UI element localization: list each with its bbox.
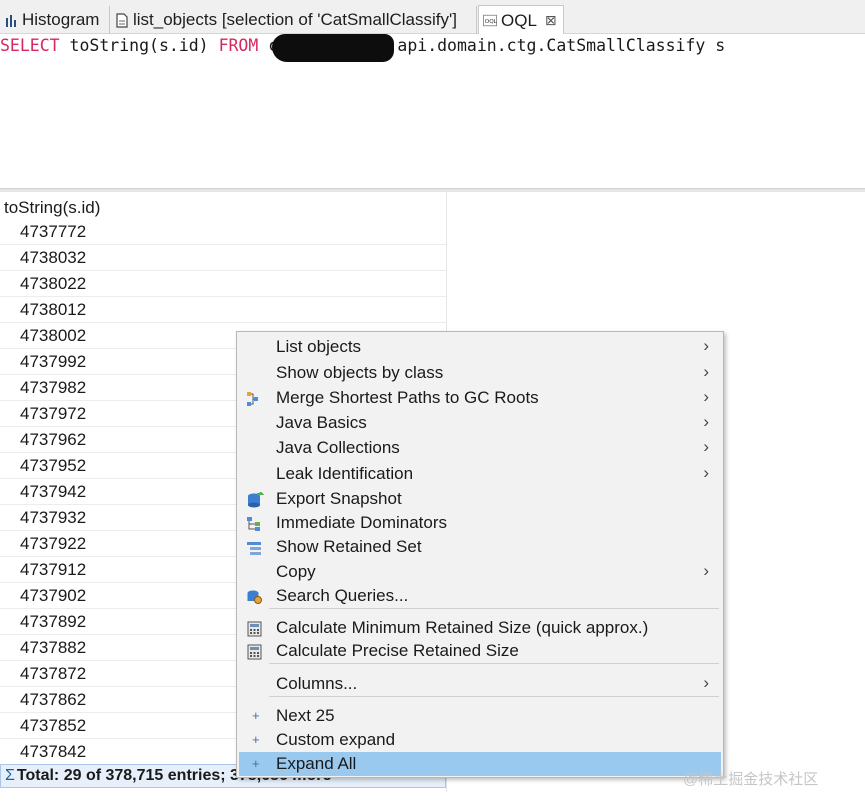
retained-set-icon (246, 539, 264, 555)
chevron-right-icon: › (703, 673, 709, 692)
plus-icon: + (252, 708, 260, 723)
calculator-icon (246, 620, 264, 637)
menu-item-search-queries[interactable]: Search Queries... (239, 584, 721, 608)
menu-item-label: Java Basics (276, 413, 367, 432)
menu-item-custom-expand[interactable]: + Custom expand (239, 728, 721, 752)
oql-query-editor[interactable]: SELECT toString(s.id) FROM com.xxx.xxxx.… (0, 34, 865, 188)
watermark: @稀土掘金技术社区 (683, 771, 819, 788)
menu-item-label: List objects (276, 337, 362, 356)
menu-item-show-retained-set[interactable]: Show Retained Set (239, 535, 721, 559)
menu-item-leak-identification[interactable]: Leak Identification › (239, 462, 721, 486)
tab-histogram[interactable]: Histogram (0, 6, 110, 34)
document-icon (115, 12, 129, 28)
chevron-right-icon: › (703, 336, 709, 355)
plus-icon: + (252, 732, 260, 747)
menu-item-copy[interactable]: Copy › (239, 560, 721, 584)
menu-item-immediate-dominators[interactable]: Immediate Dominators (239, 511, 721, 535)
tab-oql[interactable]: OQL OQL ⊠ (478, 5, 564, 35)
redaction-mark (272, 34, 394, 62)
table-row[interactable]: 4738032 (0, 245, 446, 271)
calculator-icon (246, 643, 264, 660)
sum-icon: Σ (5, 767, 15, 784)
context-menu: List objects › Show objects by class › Merge… (236, 331, 724, 778)
chevron-right-icon: › (703, 387, 709, 406)
plus-icon: + (252, 756, 260, 771)
menu-separator (269, 696, 719, 697)
menu-separator (269, 663, 719, 664)
keyword-select: SELECT (0, 36, 60, 55)
menu-item-label: Copy (276, 562, 316, 581)
tab-oql-label: OQL (501, 10, 537, 30)
histogram-icon (4, 13, 18, 28)
tab-list-objects-label: list_objects [selection of 'CatSmallClas… (133, 10, 457, 29)
svg-text:OQL: OQL (485, 19, 497, 25)
table-row[interactable]: 4737772 (0, 219, 446, 245)
menu-separator (269, 608, 719, 609)
close-icon[interactable]: ⊠ (545, 12, 557, 29)
chevron-right-icon: › (703, 561, 709, 580)
column-header[interactable]: toString(s.id) (4, 198, 100, 218)
table-row[interactable]: 4738022 (0, 271, 446, 297)
menu-item-calculate-precise-retained-size[interactable]: Calculate Precise Retained Size (239, 639, 721, 663)
menu-item-label: Show objects by class (276, 363, 444, 382)
menu-item-label: Expand All (276, 754, 357, 773)
menu-item-label: Search Queries... (276, 586, 409, 605)
dominators-icon (246, 515, 264, 531)
chevron-right-icon: › (703, 362, 709, 381)
oql-icon: OQL (483, 13, 497, 28)
chevron-right-icon: › (703, 437, 709, 456)
menu-item-expand-all[interactable]: + Expand All (239, 752, 721, 776)
merge-paths-icon (246, 390, 264, 406)
menu-item-label: Next 25 (276, 706, 335, 725)
query-expression: toString(s.id) (59, 36, 219, 55)
chevron-right-icon: › (703, 412, 709, 431)
menu-item-java-collections[interactable]: Java Collections › (239, 436, 721, 460)
editor-tab-bar: Histogram list_objects [selection of 'Ca… (0, 0, 865, 35)
menu-item-list-objects[interactable]: List objects › (239, 335, 721, 359)
export-snapshot-icon (246, 491, 265, 508)
tab-histogram-label: Histogram (22, 10, 100, 29)
menu-item-label: Export Snapshot (276, 489, 402, 508)
menu-item-export-snapshot[interactable]: Export Snapshot (239, 487, 721, 511)
menu-item-columns[interactable]: Columns... › (239, 672, 721, 696)
menu-item-label: Java Collections (276, 438, 400, 457)
menu-item-next-25[interactable]: + Next 25 (239, 704, 721, 728)
menu-item-label: Calculate Minimum Retained Size (quick a… (276, 618, 649, 637)
menu-item-label: Leak Identification (276, 464, 414, 483)
menu-item-show-objects-by-class[interactable]: Show objects by class › (239, 361, 721, 385)
menu-item-label: Merge Shortest Paths to GC Roots (276, 388, 539, 407)
menu-item-merge-shortest-paths-to-gc-roots[interactable]: Merge Shortest Paths to GC Roots › (239, 386, 721, 410)
menu-item-label: Custom expand (276, 730, 396, 749)
chevron-right-icon: › (703, 463, 709, 482)
menu-item-label: Show Retained Set (276, 537, 422, 556)
menu-item-label: Columns... (276, 674, 358, 693)
menu-item-calculate-minimum-retained-size-quick-approx[interactable]: Calculate Minimum Retained Size (quick a… (239, 616, 721, 640)
menu-item-label: Immediate Dominators (276, 513, 448, 532)
menu-item-java-basics[interactable]: Java Basics › (239, 411, 721, 435)
search-queries-icon (246, 588, 264, 604)
table-row[interactable]: 4738012 (0, 297, 446, 323)
menu-item-label: Calculate Precise Retained Size (276, 641, 519, 660)
keyword-from: FROM (218, 36, 259, 55)
tab-list-objects[interactable]: list_objects [selection of 'CatSmallClas… (111, 6, 477, 34)
